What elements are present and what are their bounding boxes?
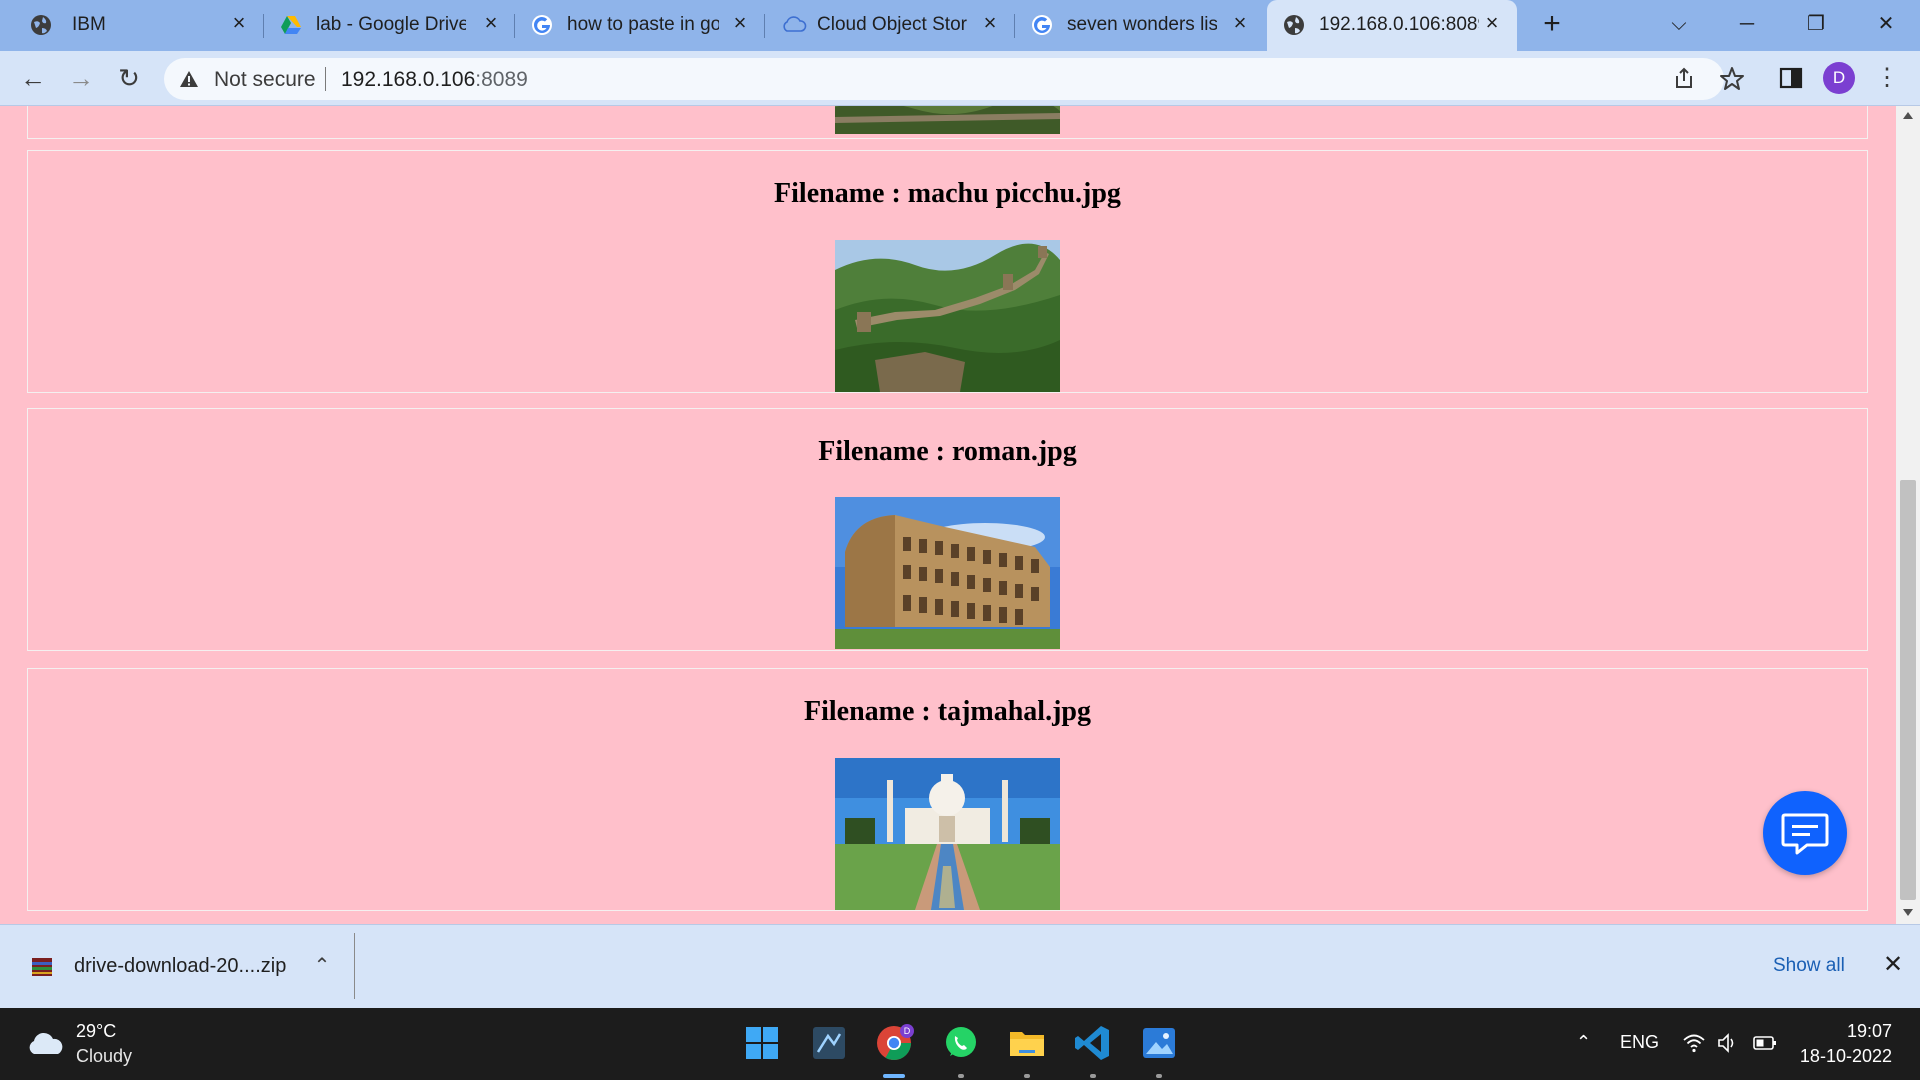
running-app-indicator <box>1156 1074 1162 1078</box>
menu-icon[interactable]: ⋮ <box>1868 59 1906 97</box>
url-host: 192.168.0.106 <box>341 68 476 91</box>
globe-icon <box>31 15 51 35</box>
restore-icon[interactable]: ❐ <box>1796 8 1836 40</box>
tab-title: lab - Google Drive <box>316 14 466 35</box>
minimize-icon[interactable]: ─ <box>1727 8 1767 40</box>
show-hidden-icons-icon[interactable]: ⌃ <box>1576 1032 1591 1053</box>
input-language[interactable]: ENG <box>1620 1032 1659 1053</box>
tab-title: how to paste in goo <box>567 14 719 35</box>
whatsapp-icon[interactable] <box>940 1022 982 1064</box>
share-icon[interactable] <box>1669 64 1699 94</box>
clock-time[interactable]: 19:07 <box>1804 1021 1892 1042</box>
close-tab-icon[interactable]: × <box>480 12 502 34</box>
photos-icon[interactable] <box>1138 1022 1180 1064</box>
close-tab-icon[interactable]: × <box>729 12 751 34</box>
chrome-icon[interactable]: D <box>873 1022 915 1064</box>
globe-icon <box>1284 15 1304 35</box>
tab-local-server[interactable]: 192.168.0.106:8089 × <box>1267 0 1517 51</box>
tab-title: IBM <box>72 14 106 35</box>
google-drive-icon <box>281 16 301 34</box>
filename-heading: Filename : tajmahal.jpg <box>804 696 1091 727</box>
ssh-client-icon[interactable] <box>808 1022 850 1064</box>
close-download-shelf-icon[interactable]: ✕ <box>1880 952 1906 978</box>
google-icon <box>532 15 552 35</box>
image-card: Filename : machu picchu.jpg <box>27 150 1868 393</box>
zip-archive-icon <box>32 958 52 976</box>
url-text[interactable]: 192.168.0.106:8089 <box>341 68 528 92</box>
vscode-icon[interactable] <box>1072 1022 1114 1064</box>
reload-icon[interactable]: ↻ <box>110 59 148 97</box>
weather-condition[interactable]: Cloudy <box>76 1046 132 1067</box>
image-card-partial <box>27 106 1868 139</box>
scroll-up-arrow-icon[interactable] <box>1903 112 1913 119</box>
warning-icon <box>180 71 198 87</box>
close-tab-icon[interactable]: × <box>1481 12 1503 34</box>
tab-title: seven wonders list - <box>1067 14 1217 35</box>
close-tab-icon[interactable]: × <box>979 12 1001 34</box>
close-tab-icon[interactable]: × <box>228 12 250 34</box>
page-viewport: Filename : machu picchu.jpg Filename : r… <box>0 106 1920 924</box>
profile-avatar[interactable]: D <box>1823 62 1855 94</box>
browser-toolbar: ← → ↻ Not secure 192.168.0.106:8089 ⋮ <box>0 51 1920 106</box>
google-icon <box>1032 15 1052 35</box>
weather-temperature[interactable]: 29°C <box>76 1021 116 1042</box>
close-window-icon[interactable]: ✕ <box>1866 8 1906 40</box>
scroll-down-arrow-icon[interactable] <box>1903 909 1913 916</box>
image-card: Filename : roman.jpg <box>27 408 1868 651</box>
download-shelf: drive-download-20....zip ⌃ Show all ✕ <box>0 924 1920 1008</box>
running-app-indicator <box>1024 1074 1030 1078</box>
security-status[interactable]: Not secure <box>214 68 316 92</box>
windows-taskbar: 29°C Cloudy D ⌃ ENG 19:07 18-10-2022 <box>0 1008 1920 1080</box>
scrollbar-thumb[interactable] <box>1900 480 1916 900</box>
download-divider <box>354 933 355 999</box>
bookmark-star-icon[interactable] <box>1717 64 1747 94</box>
volume-icon[interactable] <box>1716 1031 1740 1055</box>
cloud-icon <box>783 16 807 32</box>
image-card: Filename : tajmahal.jpg <box>27 668 1868 911</box>
download-file-name[interactable]: drive-download-20....zip <box>74 955 286 978</box>
clock-date[interactable]: 18-10-2022 <box>1790 1046 1892 1067</box>
windows-start-icon[interactable] <box>741 1022 783 1064</box>
filename-heading: Filename : roman.jpg <box>818 436 1077 467</box>
chat-icon <box>1781 813 1829 855</box>
new-tab-button[interactable]: + <box>1537 9 1567 40</box>
page-scrollbar[interactable] <box>1896 106 1920 924</box>
taj-mahal-photo <box>835 758 1060 910</box>
address-divider <box>325 67 326 91</box>
filename-heading: Filename : machu picchu.jpg <box>774 178 1121 209</box>
svg-text:D: D <box>904 1026 911 1036</box>
running-app-indicator <box>958 1074 964 1078</box>
tab-title: 192.168.0.106:8089 <box>1319 14 1479 35</box>
file-explorer-icon[interactable] <box>1006 1022 1048 1064</box>
running-app-indicator <box>1090 1074 1096 1078</box>
forward-icon[interactable]: → <box>62 59 100 97</box>
colosseum-photo <box>835 497 1060 649</box>
show-all-button[interactable]: Show all <box>1773 955 1845 977</box>
great-wall-photo <box>835 106 1060 134</box>
chevron-up-icon[interactable]: ⌃ <box>310 953 334 977</box>
cloud-weather-icon[interactable] <box>26 1030 66 1058</box>
tab-how-to-paste[interactable]: how to paste in goo × <box>515 0 765 51</box>
side-panel-icon[interactable] <box>1776 63 1806 93</box>
back-icon[interactable]: ← <box>14 59 52 97</box>
tab-strip: IBM × lab - Google Drive × how to paste … <box>0 0 1920 51</box>
address-bar[interactable]: Not secure 192.168.0.106:8089 <box>164 58 1744 100</box>
active-app-indicator <box>883 1074 905 1078</box>
wifi-icon[interactable] <box>1682 1031 1706 1055</box>
url-port: :8089 <box>475 68 528 91</box>
close-tab-icon[interactable]: × <box>1229 12 1251 34</box>
tab-cloud-object-storage[interactable]: Cloud Object Storag × <box>765 0 1015 51</box>
tab-ibm[interactable]: IBM × <box>0 0 258 51</box>
tab-seven-wonders[interactable]: seven wonders list - × <box>1015 0 1265 51</box>
tab-title: Cloud Object Storag <box>817 14 967 35</box>
tab-search-icon[interactable]: ⌵ <box>1659 8 1699 40</box>
chat-button[interactable] <box>1763 791 1847 875</box>
great-wall-photo <box>835 240 1060 392</box>
battery-icon[interactable] <box>1752 1031 1778 1055</box>
tab-google-drive[interactable]: lab - Google Drive × <box>264 0 514 51</box>
